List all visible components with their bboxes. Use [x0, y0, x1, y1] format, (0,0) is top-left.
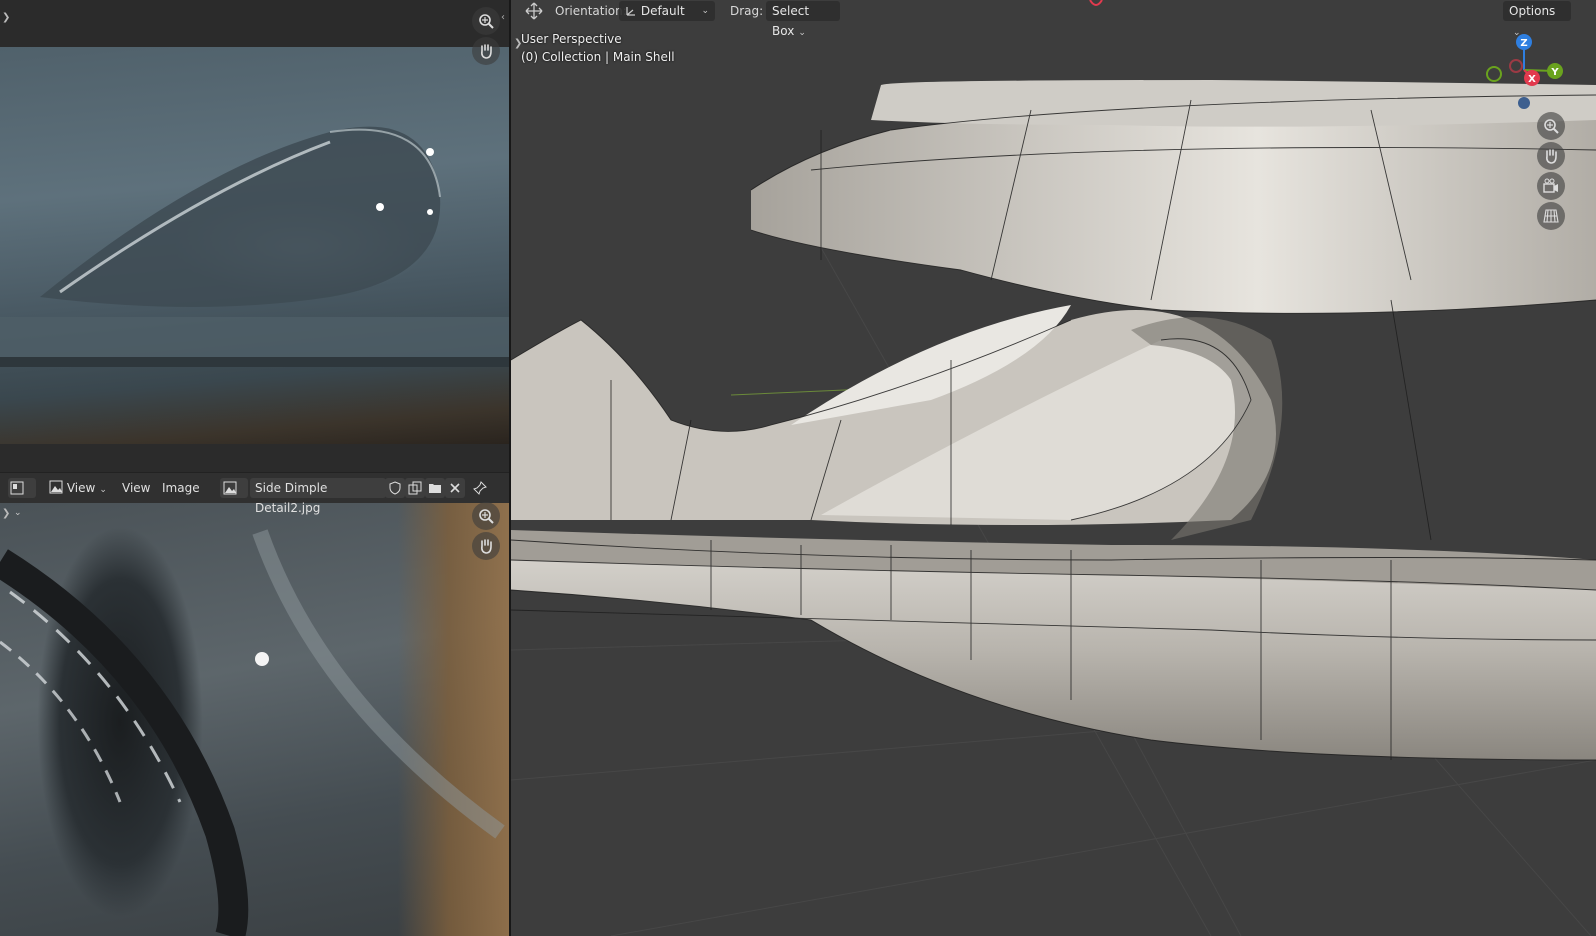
drag-dropdown[interactable]: Select Box ⌄ [766, 1, 840, 38]
gizmo-neg-x-handle[interactable] [1509, 59, 1523, 73]
image-icon [223, 481, 237, 495]
hull-upper-lip [751, 95, 1596, 314]
image-name-field[interactable]: Side Dimple Detail2.jpg [250, 478, 386, 515]
viewport-header: Orientation: Default ⌄ Drag: Select Box ⌄ … [511, 0, 1596, 38]
image-editor-type-icon [10, 481, 24, 495]
options-label: Options [1509, 4, 1556, 18]
gizmo-neg-z-handle[interactable] [1518, 97, 1530, 109]
zoom-button-bottom[interactable] [472, 502, 500, 530]
collapse-chevron-icon[interactable]: ‹ [501, 12, 505, 23]
transform-tool-button[interactable] [525, 2, 543, 23]
duplicate-icon [408, 481, 422, 495]
move-gizmo-icon [525, 2, 543, 20]
orientation-dropdown[interactable]: Default ⌄ [619, 1, 715, 21]
zoom-icon [1544, 119, 1559, 134]
gizmo-z-label: Z [1520, 38, 1527, 49]
viewport-ortho-toggle-button[interactable] [1537, 202, 1565, 230]
hand-pan-icon [481, 539, 492, 554]
expand-arrow-icon[interactable]: ❯ [2, 508, 10, 519]
zoom-button-top[interactable] [472, 7, 500, 35]
grid-ortho-icon [1543, 209, 1559, 223]
hand-pan-icon [1546, 149, 1557, 164]
open-image-button[interactable] [425, 478, 445, 498]
zoom-icon [479, 14, 494, 29]
hand-pan-icon [481, 44, 492, 59]
editor-type-button[interactable]: ⌄ [8, 478, 36, 518]
viewport-pan-button[interactable] [1537, 142, 1565, 170]
orientation-label: Orientation: [555, 4, 627, 18]
drag-label: Drag: [730, 4, 764, 18]
reference-photo-bottom-shapes [0, 529, 505, 936]
unlink-image-button[interactable] [445, 478, 465, 498]
orientation-value: Default [640, 4, 685, 18]
duplicate-image-button[interactable] [405, 478, 425, 498]
collection-info-label: (0) Collection | Main Shell [521, 50, 675, 64]
expand-arrow-icon[interactable]: ❯ [2, 12, 10, 23]
image-icon [49, 480, 63, 494]
view-mode-dropdown[interactable]: View ⌄ [44, 478, 112, 498]
orientation-axes-icon [626, 7, 635, 16]
pin-icon [473, 481, 487, 495]
folder-icon [429, 484, 441, 493]
viewport-camera-button[interactable] [1537, 172, 1565, 200]
reference-photo-top [0, 47, 510, 444]
options-dropdown[interactable]: Options⌄ [1503, 1, 1571, 38]
camera-icon [1543, 178, 1558, 193]
close-icon [450, 483, 460, 493]
image-editor-top[interactable]: ❯ ‹ [0, 0, 510, 472]
gizmo-y-label: Y [1550, 67, 1559, 78]
image-editor-bottom[interactable] [0, 472, 510, 936]
viewport-scene [511, 80, 1596, 936]
viewport-zoom-button[interactable] [1537, 112, 1565, 140]
reference-photo-top-shapes [0, 126, 510, 367]
view-mode-label: View [66, 481, 96, 495]
zoom-icon [479, 509, 494, 524]
reference-photo-bottom [0, 502, 510, 936]
gizmo-neg-y-handle[interactable] [1486, 66, 1502, 82]
browse-image-button[interactable] [220, 478, 248, 498]
pan-button-top[interactable] [472, 37, 500, 65]
3d-viewport[interactable] [511, 0, 1596, 936]
gizmo-x-label: X [1528, 74, 1536, 85]
fake-user-button[interactable] [385, 478, 405, 498]
image-menu[interactable]: Image [157, 478, 205, 498]
perspective-label: User Perspective [521, 32, 622, 46]
navigation-gizmo[interactable]: Z Y X [1480, 30, 1580, 115]
image-editor-header: ⌄ View ⌄ View Image Side Dimple Detail2.j… [0, 472, 510, 518]
pin-button[interactable] [470, 478, 490, 498]
view-menu[interactable]: View [117, 478, 155, 498]
pan-button-bottom[interactable] [472, 532, 500, 560]
3d-cursor-icon [1089, 0, 1103, 6]
shield-icon [389, 481, 401, 495]
